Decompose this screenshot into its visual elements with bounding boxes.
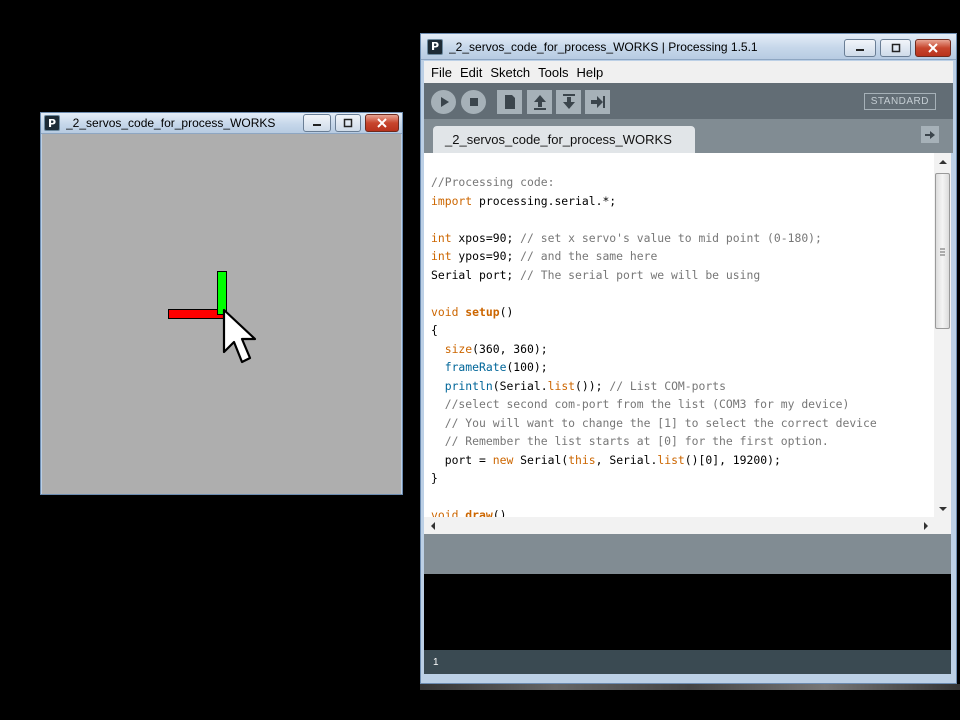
run-button[interactable] bbox=[431, 90, 456, 114]
horizontal-scrollbar[interactable] bbox=[424, 517, 934, 534]
processing-app-icon: P bbox=[44, 115, 60, 131]
arrow-right-small-icon bbox=[923, 521, 928, 530]
line-number-indicator: 1 bbox=[433, 656, 439, 668]
code-line: port = new Serial(this, Serial.list()[0]… bbox=[431, 452, 781, 467]
ide-window-title: _2_servos_code_for_process_WORKS | Proce… bbox=[449, 39, 758, 54]
code-line: int ypos=90; // and the same here bbox=[431, 249, 658, 263]
menu-bar: File Edit Sketch Tools Help bbox=[424, 61, 953, 83]
code-line: //Processing code: bbox=[431, 175, 555, 189]
x-servo-bar bbox=[168, 309, 224, 319]
stop-icon bbox=[469, 98, 478, 106]
mouse-pointer-icon bbox=[222, 308, 257, 364]
export-arrow-icon bbox=[590, 96, 605, 108]
sketch-canvas[interactable] bbox=[42, 134, 401, 494]
maximize-icon bbox=[891, 43, 900, 53]
save-button[interactable] bbox=[556, 90, 581, 114]
code-line: int xpos=90; // set x servo's value to m… bbox=[431, 230, 822, 245]
tab-sketch-file[interactable]: _2_servos_code_for_process_WORKS bbox=[433, 126, 695, 153]
new-button[interactable] bbox=[497, 90, 522, 114]
minimize-icon bbox=[313, 124, 321, 126]
arrow-right-icon bbox=[925, 130, 935, 139]
ide-titlebar[interactable]: P _2_servos_code_for_process_WORKS | Pro… bbox=[421, 34, 956, 60]
code-line: void setup() bbox=[431, 304, 514, 319]
upload-arrow-icon bbox=[533, 95, 546, 110]
tab-bar: _2_servos_code_for_process_WORKS bbox=[424, 119, 953, 153]
processing-ide-window: P _2_servos_code_for_process_WORKS | Pro… bbox=[420, 33, 957, 684]
sketch-window-title: _2_servos_code_for_process_WORKS bbox=[66, 116, 276, 130]
scroll-down-arrow[interactable] bbox=[934, 500, 951, 517]
code-line: void draw() bbox=[431, 508, 507, 517]
code-line: //select second com-port from the list (… bbox=[444, 397, 850, 411]
grip-icon bbox=[940, 248, 945, 256]
code-line: import processing.serial.*; bbox=[431, 193, 617, 208]
export-button[interactable] bbox=[585, 90, 610, 114]
minimize-button[interactable] bbox=[844, 39, 876, 57]
menu-file[interactable]: File bbox=[427, 65, 456, 80]
arrow-left-icon bbox=[430, 521, 435, 530]
arrow-up-icon bbox=[938, 159, 947, 164]
code-line: { bbox=[431, 323, 438, 337]
stop-button[interactable] bbox=[461, 90, 486, 114]
menu-edit[interactable]: Edit bbox=[456, 65, 486, 80]
maximize-button[interactable] bbox=[335, 114, 361, 132]
menu-sketch[interactable]: Sketch bbox=[486, 65, 534, 80]
play-icon bbox=[440, 97, 449, 107]
code-line: println(Serial.list()); // List COM-port… bbox=[444, 378, 726, 393]
code-line: Serial port; // The serial port we will … bbox=[431, 267, 761, 282]
open-button[interactable] bbox=[527, 90, 552, 114]
close-icon bbox=[377, 118, 387, 128]
console-output[interactable] bbox=[424, 574, 951, 650]
mode-selector[interactable]: STANDARD bbox=[863, 93, 936, 110]
desktop-taskbar-edge bbox=[420, 684, 960, 690]
maximize-button[interactable] bbox=[880, 39, 911, 57]
tab-menu-button[interactable] bbox=[921, 126, 939, 143]
menu-help[interactable]: Help bbox=[572, 65, 607, 80]
code-line: size(360, 360); bbox=[444, 341, 548, 356]
minimize-icon bbox=[856, 49, 864, 51]
sketch-window: P _2_servos_code_for_process_WORKS bbox=[40, 112, 403, 495]
code-line: frameRate(100); bbox=[444, 360, 548, 374]
code-line: } bbox=[431, 471, 438, 485]
scroll-corner bbox=[934, 517, 951, 534]
scroll-right-arrow[interactable] bbox=[917, 517, 934, 534]
message-area bbox=[424, 534, 951, 574]
code-line: // You will want to change the [1] to se… bbox=[444, 415, 877, 430]
arrow-down-icon bbox=[938, 506, 947, 511]
code-text: //Processing code: import processing.seri… bbox=[431, 173, 877, 517]
scroll-left-arrow[interactable] bbox=[424, 517, 441, 534]
status-bar: 1 bbox=[424, 650, 951, 674]
scroll-up-arrow[interactable] bbox=[934, 153, 951, 170]
close-button[interactable] bbox=[365, 114, 399, 132]
close-icon bbox=[928, 43, 938, 53]
code-editor[interactable]: //Processing code: import processing.seri… bbox=[424, 153, 934, 517]
processing-app-icon: P bbox=[427, 38, 443, 55]
toolbar: STANDARD bbox=[424, 83, 953, 119]
vertical-scrollbar[interactable] bbox=[934, 153, 951, 517]
code-line: // Remember the list starts at [0] for t… bbox=[444, 434, 829, 448]
maximize-icon bbox=[343, 118, 353, 128]
minimize-button[interactable] bbox=[303, 114, 331, 132]
sketch-titlebar[interactable]: P _2_servos_code_for_process_WORKS bbox=[41, 113, 402, 134]
download-arrow-icon bbox=[562, 94, 575, 109]
menu-tools[interactable]: Tools bbox=[534, 65, 572, 80]
new-file-icon bbox=[504, 95, 515, 109]
scrollbar-thumb[interactable] bbox=[935, 173, 950, 329]
close-button[interactable] bbox=[915, 39, 951, 57]
